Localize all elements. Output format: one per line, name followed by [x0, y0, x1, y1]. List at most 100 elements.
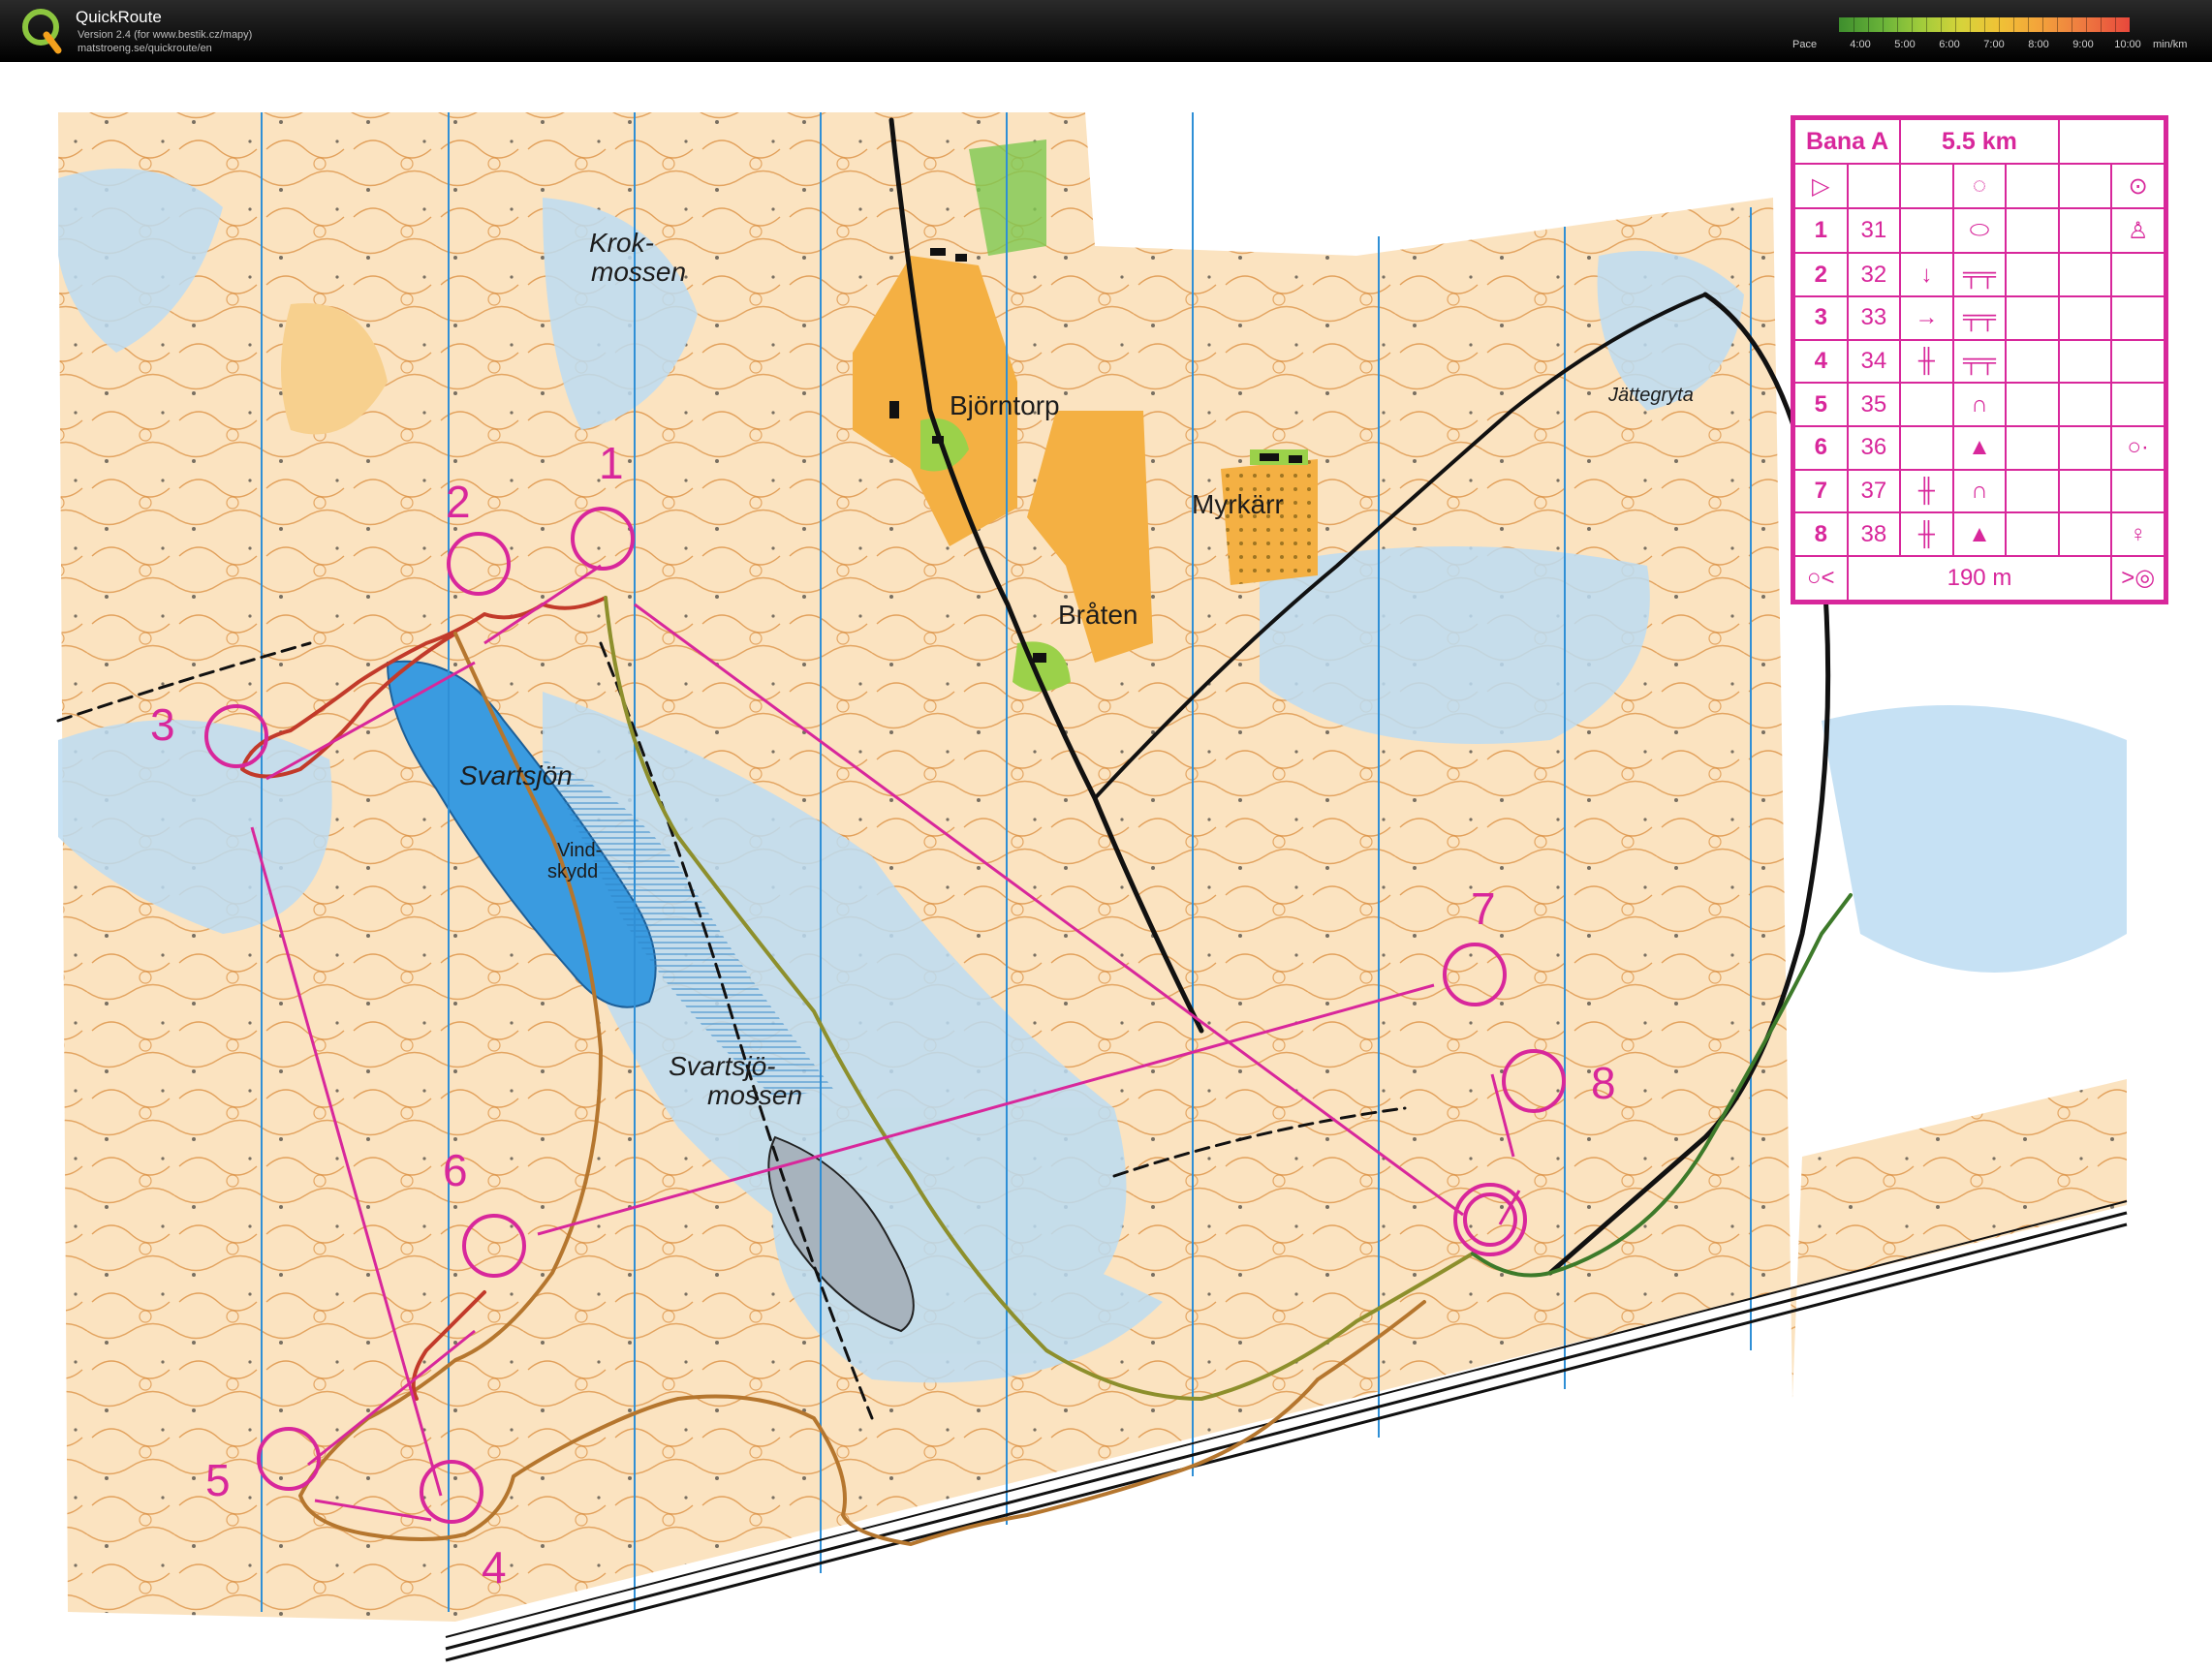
map-label-myrkarr: Myrkärr [1192, 489, 1284, 519]
desc-cell [2057, 468, 2113, 514]
pace-unit: min/km [2153, 39, 2188, 50]
pace-scale-tick [1955, 17, 1956, 32]
desc-cell [2057, 338, 2113, 385]
map-label-mossen: mossen [591, 257, 686, 287]
cliff-icon: ╤╤ [1951, 252, 2008, 298]
pace-tick-label: 7:00 [1983, 39, 2005, 50]
pace-scale-tick [2101, 17, 2102, 32]
between-icon: ╫ [1899, 468, 1954, 514]
control-number-8: 8 [1591, 1058, 1616, 1108]
desc-cell [2005, 382, 2060, 427]
control-row-number: 2 [1793, 252, 1849, 298]
pace-tick-label: 4:00 [1850, 39, 1871, 50]
desc-cell [2005, 338, 2060, 385]
desc-cell [2110, 252, 2165, 298]
pace-tick-label: 5:00 [1894, 39, 1916, 50]
desc-cell [1899, 382, 1954, 427]
control-number-3: 3 [150, 699, 175, 750]
desc-cell [2057, 252, 2113, 298]
circle-dot-icon: ⊙ [2110, 163, 2165, 210]
desc-cell [2005, 295, 2060, 341]
finish-distance: 190 m [1846, 554, 2113, 603]
cliff-icon: ╤╤ [1951, 295, 2008, 341]
pace-scale-tick [1984, 17, 1985, 32]
desc-cell [2057, 511, 2113, 557]
desc-cell [2057, 207, 2113, 255]
control-row-number: 7 [1793, 468, 1849, 514]
desc-cell [2057, 295, 2113, 341]
map-label-jattegryta: Jättegryta [1607, 385, 1694, 406]
control-code: 36 [1846, 424, 1902, 471]
boulder-triangle-icon: ▲ [1951, 511, 2008, 557]
control-row-number: 3 [1793, 295, 1849, 341]
pace-tick-label: 10:00 [2114, 39, 2141, 50]
control-code: 31 [1846, 207, 1902, 255]
desc-cell [2005, 511, 2060, 557]
arrow-right-icon: → [1899, 295, 1954, 341]
desc-cell [2110, 295, 2165, 341]
course-length: 5.5 km [1899, 117, 2060, 166]
between-icon: ╫ [1899, 338, 1954, 385]
map-label-vind: Vind- [557, 840, 602, 861]
control-row-number: 8 [1793, 511, 1849, 557]
control-code: 38 [1846, 511, 1902, 557]
map-label-braten: Bråten [1058, 600, 1138, 630]
pace-tick-label: 6:00 [1939, 39, 1960, 50]
quickroute-logo-icon [22, 9, 62, 54]
finish-circle-icon: >◎ [2110, 554, 2165, 603]
knoll-icon: ∩ [1951, 382, 2008, 427]
desc-cell [2005, 468, 2060, 514]
pace-scale-tick [2013, 17, 2014, 32]
control-row-number: 5 [1793, 382, 1849, 427]
start-triangle-icon: ▷ [1793, 163, 1849, 210]
control-row-number: 4 [1793, 338, 1849, 385]
desc-cell [2005, 424, 2060, 471]
pace-scale-tick [1883, 17, 1884, 32]
header-blank [2057, 117, 2166, 166]
pace-scale-tick [1999, 17, 2000, 32]
version-line: Version 2.4 (for www.bestik.cz/mapy) [78, 29, 253, 41]
pace-scale-tick [1941, 17, 1942, 32]
desc-cell [2110, 468, 2165, 514]
pace-scale-tick [1970, 17, 1971, 32]
desc-cell [2110, 382, 2165, 427]
pace-label: Pace [1792, 39, 1818, 50]
control-code: 37 [1846, 468, 1902, 514]
desc-cell [2110, 338, 2165, 385]
circle-side-icon: ○· [2110, 424, 2165, 471]
pace-scale-tick [1897, 17, 1898, 32]
control-code: 34 [1846, 338, 1902, 385]
url-line: matstroeng.se/quickroute/en [78, 43, 212, 54]
control-number-1: 1 [599, 438, 624, 488]
pace-scale-tick [1868, 17, 1869, 32]
control-number-6: 6 [443, 1145, 468, 1195]
dotted-circle-icon: ◌ [1951, 163, 2008, 210]
desc-cell [1899, 424, 1954, 471]
pace-scale-ticks [1839, 17, 2130, 32]
control-description-sheet: Bana A 5.5 km ▷ ◌ ⊙ 1 31 ⬭ ♙ 2 32 ↓ ╤╤ 3 [1791, 115, 2168, 604]
desc-cell [1899, 207, 1954, 255]
circle-below-icon: ♀ [2110, 511, 2165, 557]
control-number-5: 5 [205, 1455, 231, 1505]
desc-cell [2057, 382, 2113, 427]
pace-scale-tick [2028, 17, 2029, 32]
desc-cell [2057, 424, 2113, 471]
pace-tick-label: 8:00 [2028, 39, 2049, 50]
control-number-4: 4 [482, 1542, 507, 1593]
app-title: QuickRoute [76, 8, 162, 26]
between-icon: ╫ [1899, 511, 1954, 557]
map-label-svartsjo: Svartsjö- [669, 1051, 775, 1081]
course-name: Bana A [1792, 117, 1902, 166]
control-code: 32 [1846, 252, 1902, 298]
control-number-2: 2 [446, 477, 471, 527]
pace-scale-tick [1926, 17, 1927, 32]
control-code: 35 [1846, 382, 1902, 427]
pace-scale-tick [2042, 17, 2043, 32]
knoll-icon: ∩ [1951, 468, 2008, 514]
control-number-7: 7 [1471, 883, 1496, 934]
app-header: QuickRoute Version 2.4 (for www.bestik.c… [0, 0, 2212, 62]
desc-cell [1846, 163, 1902, 210]
pace-scale-tick [2115, 17, 2116, 32]
boulder-triangle-icon: ▲ [1951, 424, 2008, 471]
desc-cell [1899, 163, 1954, 210]
